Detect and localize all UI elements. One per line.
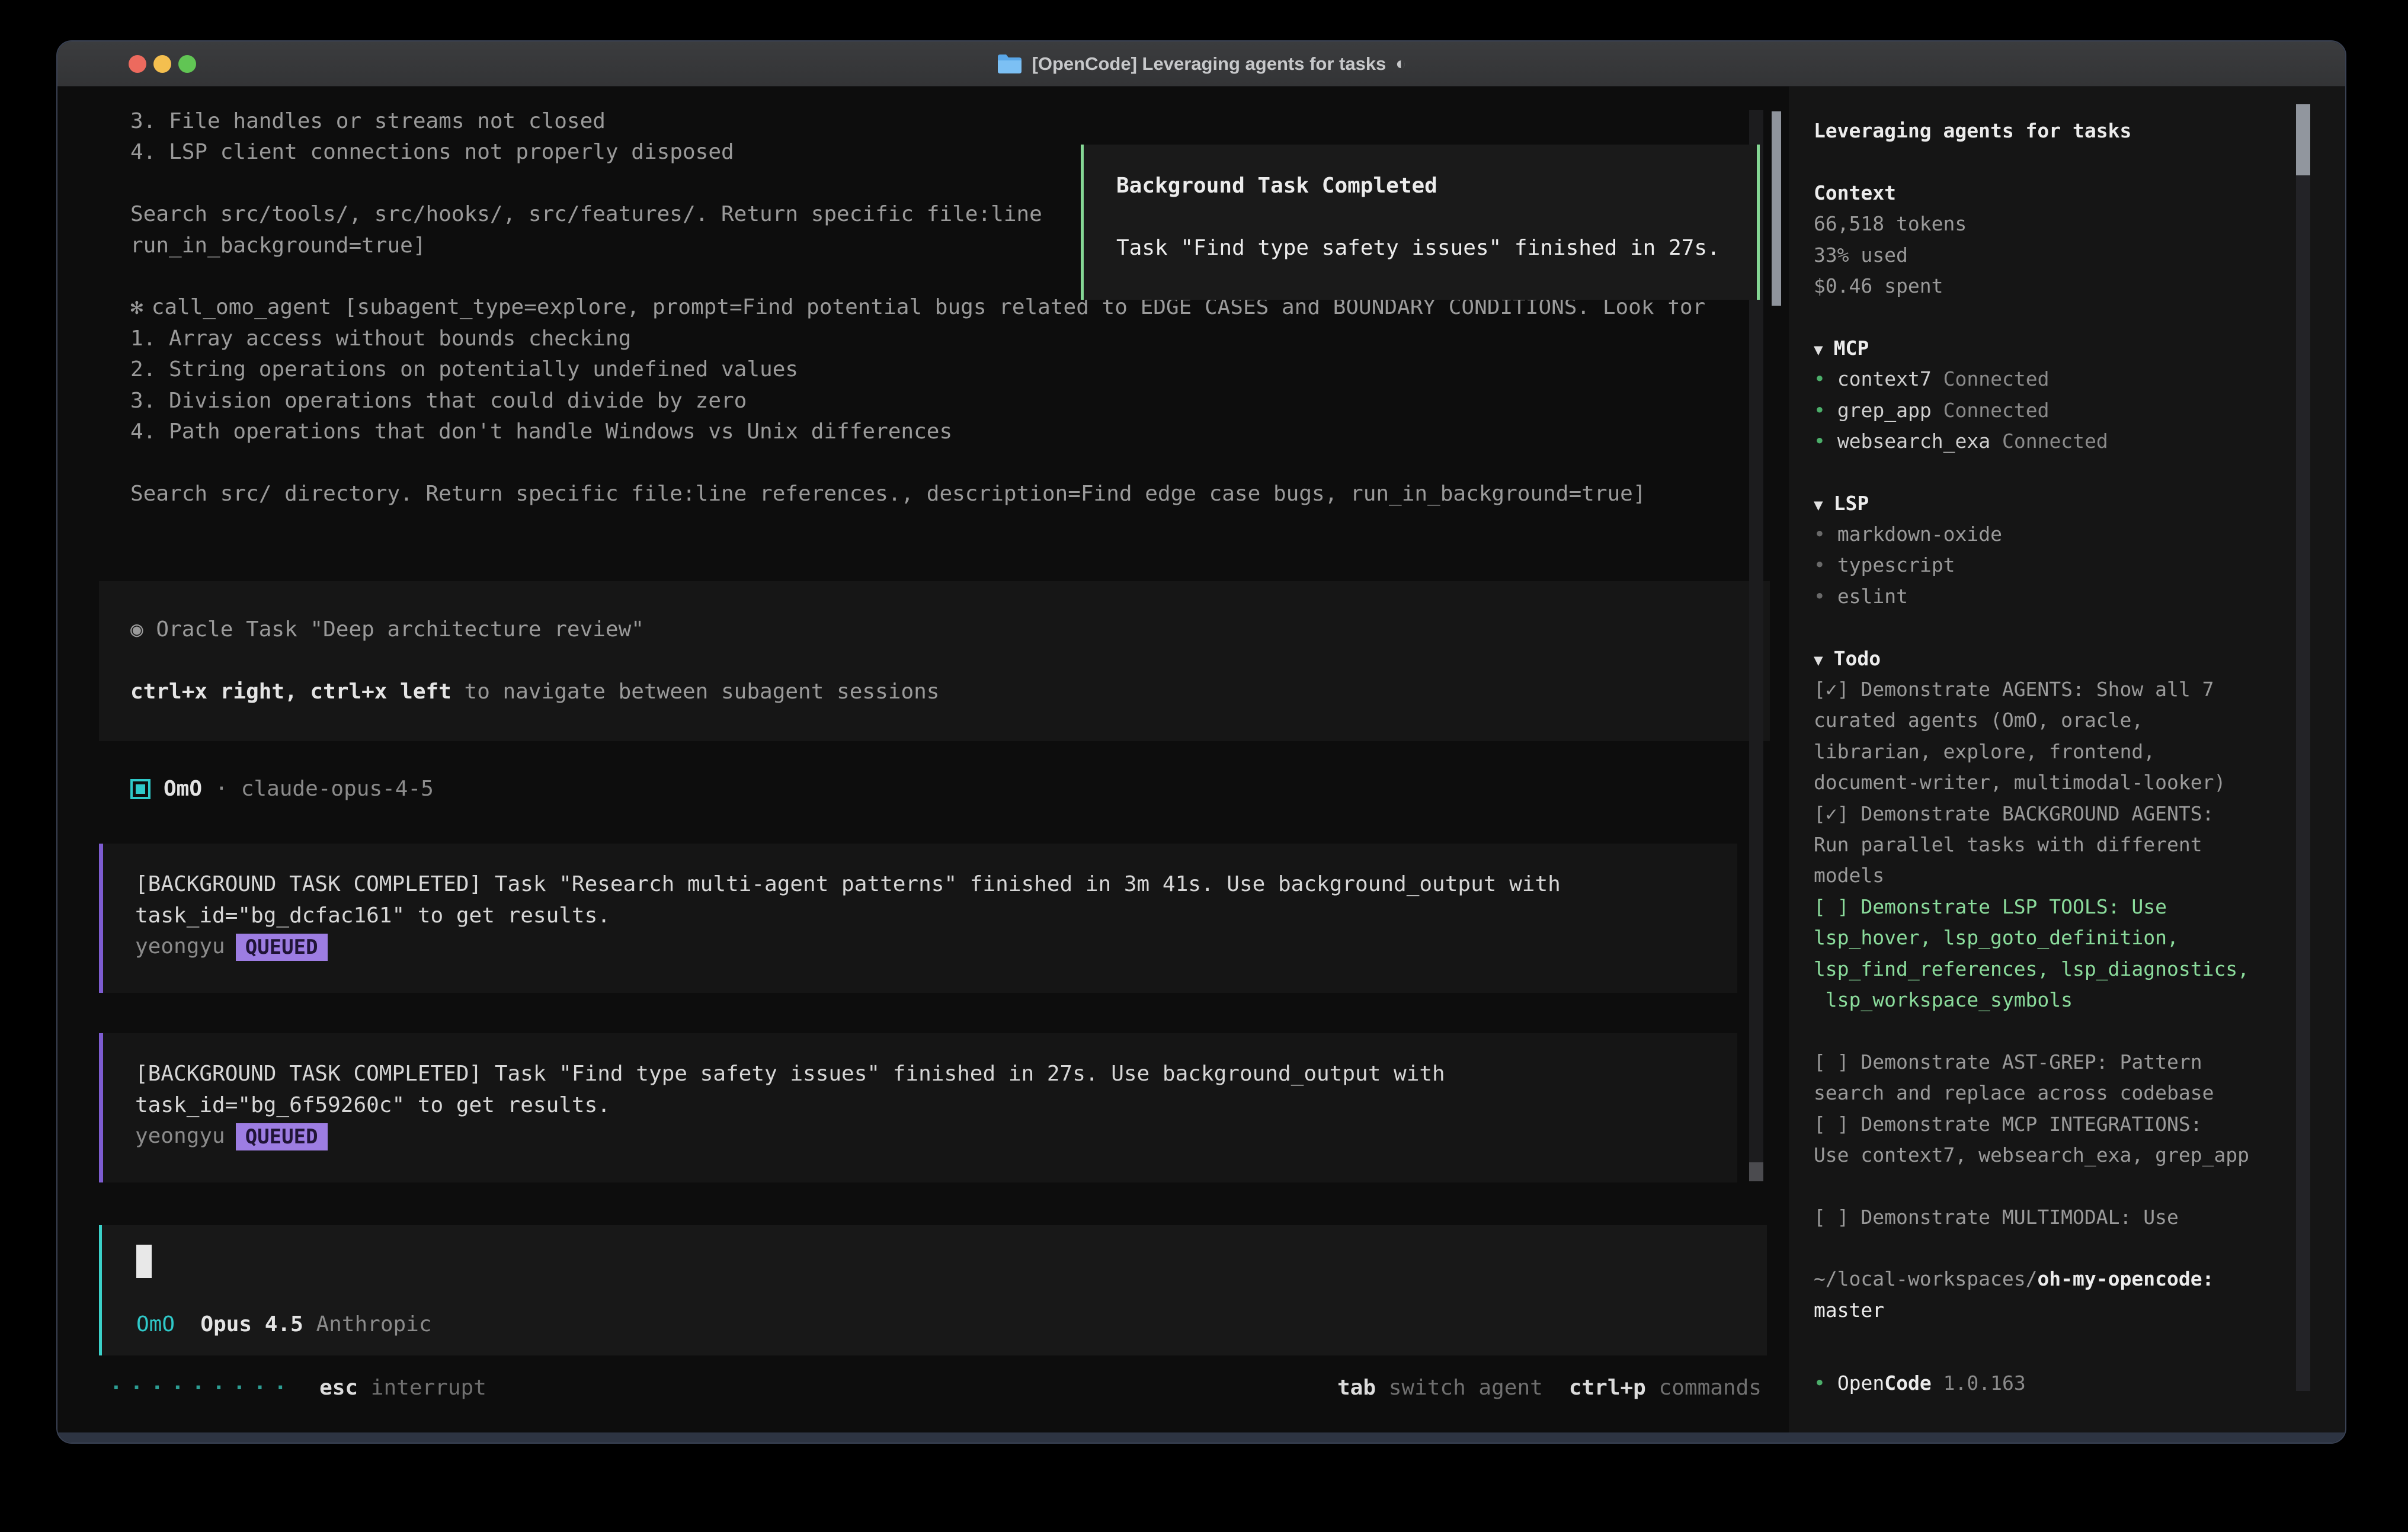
message-meta: yeongyu QUEUED (103, 931, 1737, 962)
message-line: [BACKGROUND TASK COMPLETED] Task "Resear… (103, 869, 1737, 900)
context-heading: Context (1814, 178, 2345, 209)
status-dot-icon: • (1814, 523, 1826, 546)
app-version: •OpenCode 1.0.163 (1814, 1368, 2345, 1399)
sidebar-scrollbar-thumb[interactable] (2296, 104, 2310, 175)
status-dot-icon: • (1814, 399, 1826, 422)
status-badge: QUEUED (236, 1123, 328, 1150)
status-dot-icon: • (1814, 430, 1826, 453)
oracle-task-card[interactable]: ◉ Oracle Task "Deep architecture review"… (99, 581, 1770, 741)
status-dot-icon: • (1814, 553, 1826, 576)
text-cursor (136, 1245, 152, 1278)
agent-session-row[interactable]: OmO · claude-opus-4-5 (57, 774, 1789, 805)
prompt-input[interactable]: OmO Opus 4.5 Anthropic (99, 1225, 1767, 1355)
todo-section-header[interactable]: ▼Todo (1814, 643, 2345, 674)
status-dot-icon: • (1814, 367, 1826, 390)
activity-dots-icon: ········· (110, 1373, 294, 1403)
terminal-window: [OpenCode] Leveraging agents for tasks ◐… (56, 40, 2346, 1444)
tab-key-hint: tab (1337, 1373, 1376, 1403)
session-busy-icon: ◐ (1395, 54, 1406, 74)
commands-label: commands (1659, 1373, 1762, 1403)
lsp-section-header[interactable]: ▼LSP (1814, 488, 2345, 519)
chevron-down-icon: ▼ (1814, 496, 1823, 514)
titlebar[interactable]: [OpenCode] Leveraging agents for tasks ◐ (57, 41, 2345, 86)
chevron-down-icon: ▼ (1814, 652, 1823, 669)
esc-key-hint: esc (319, 1373, 358, 1403)
toast-title: Background Task Completed (1084, 171, 1757, 201)
folder-icon (997, 53, 1023, 75)
chat-pane: 3. File handles or streams not closed 4.… (57, 86, 1789, 1432)
session-title: Leveraging agents for tasks (1814, 116, 2345, 146)
window-bottom-edge (57, 1432, 2345, 1444)
context-used: 33% used (1814, 240, 2345, 271)
lsp-item: •eslint (1814, 581, 2345, 612)
agent-model: claude-opus-4-5 (241, 774, 434, 805)
tool-call-item: 4. Path operations that don't handle Win… (57, 416, 1789, 447)
window-title-area: [OpenCode] Leveraging agents for tasks ◐ (57, 41, 2345, 86)
input-provider-name: Anthropic (316, 1312, 431, 1337)
background-task-message: [BACKGROUND TASK COMPLETED] Task "Find t… (99, 1033, 1737, 1182)
interrupt-label: interrupt (371, 1373, 486, 1403)
oracle-task-title: ◉ Oracle Task "Deep architecture review" (99, 614, 1770, 645)
subagent-nav-hint: ctrl+x right, ctrl+x left to navigate be… (99, 677, 1770, 707)
chat-line: 3. File handles or streams not closed (57, 106, 1789, 137)
tool-spinner-icon: ✻ (130, 295, 143, 319)
background-task-message: [BACKGROUND TASK COMPLETED] Task "Resear… (99, 844, 1737, 993)
model-selector-row[interactable]: OmO Opus 4.5 Anthropic (136, 1309, 432, 1340)
tool-call-tail: Search src/ directory. Return specific f… (57, 479, 1789, 509)
tool-call-item: 2. String operations on potentially unde… (57, 354, 1789, 385)
agent-separator: · (215, 774, 228, 805)
message-line: task_id="bg_6f59260c" to get results. (103, 1090, 1737, 1121)
switch-agent-label: switch agent (1389, 1373, 1543, 1403)
workspace-branch: master (1814, 1295, 2345, 1326)
todo-current-item: [ ] Demonstrate LSP TOOLS: Uselsp_hover,… (1814, 892, 2345, 1016)
sidebar-scrollbar-track[interactable] (2296, 104, 2310, 1391)
todo-pending-item: [ ] Demonstrate AST-GREP: Patternsearch … (1814, 1047, 2345, 1109)
mcp-item: •websearch_exa Connected (1814, 426, 2345, 457)
message-author: yeongyu (135, 1124, 225, 1148)
status-dot-icon: • (1814, 1371, 1826, 1395)
todo-pending-item: [ ] Demonstrate MCP INTEGRATIONS:Use con… (1814, 1109, 2345, 1171)
input-model-name: Opus 4.5 (200, 1312, 303, 1337)
ctrlp-key-hint: ctrl+p (1569, 1373, 1646, 1403)
message-meta: yeongyu QUEUED (103, 1121, 1737, 1152)
agent-name: OmO (164, 774, 202, 805)
chat-scrollbar-thumb-bottom[interactable] (1749, 1162, 1763, 1181)
lsp-item: •markdown-oxide (1814, 519, 2345, 550)
status-dot-icon: • (1814, 585, 1826, 608)
mcp-item: •context7 Connected (1814, 364, 2345, 395)
status-badge: QUEUED (236, 934, 328, 961)
todo-done-item: [✓] Demonstrate BACKGROUND AGENTS:Run pa… (1814, 799, 2345, 892)
mcp-section-header[interactable]: ▼MCP (1814, 333, 2345, 364)
window-title: [OpenCode] Leveraging agents for tasks (1032, 53, 1386, 75)
workspace-path: ~/local-workspaces/oh-my-opencode: (1814, 1264, 2345, 1294)
mcp-item: •grep_app Connected (1814, 395, 2345, 426)
tool-call-item: 3. Division operations that could divide… (57, 386, 1789, 416)
notification-toast[interactable]: Background Task Completed Task "Find typ… (1081, 145, 1760, 300)
context-tokens: 66,518 tokens (1814, 209, 2345, 239)
todo-pending-item: [ ] Demonstrate MULTIMODAL: Use (1814, 1202, 2345, 1233)
input-agent-name: OmO (136, 1312, 175, 1337)
desktop: [OpenCode] Leveraging agents for tasks ◐… (0, 0, 2408, 1532)
message-line: task_id="bg_dcfac161" to get results. (103, 900, 1737, 931)
sidebar: Leveraging agents for tasks Context 66,5… (1789, 86, 2345, 1432)
todo-done-item: [✓] Demonstrate AGENTS: Show all 7curate… (1814, 674, 2345, 799)
tool-call-item: 1. Array access without bounds checking (57, 323, 1789, 354)
lsp-item: •typescript (1814, 550, 2345, 581)
agent-checkbox-icon (130, 779, 150, 799)
status-bar: ········· esc interrupt tab switch agent… (57, 1373, 1789, 1403)
context-spent: $0.46 spent (1814, 271, 2345, 302)
toast-body: Task "Find type safety issues" finished … (1084, 233, 1757, 264)
chevron-down-icon: ▼ (1814, 341, 1823, 359)
message-line: [BACKGROUND TASK COMPLETED] Task "Find t… (103, 1059, 1737, 1089)
message-author: yeongyu (135, 934, 225, 959)
chat-scrollbar-thumb[interactable] (1772, 111, 1781, 306)
